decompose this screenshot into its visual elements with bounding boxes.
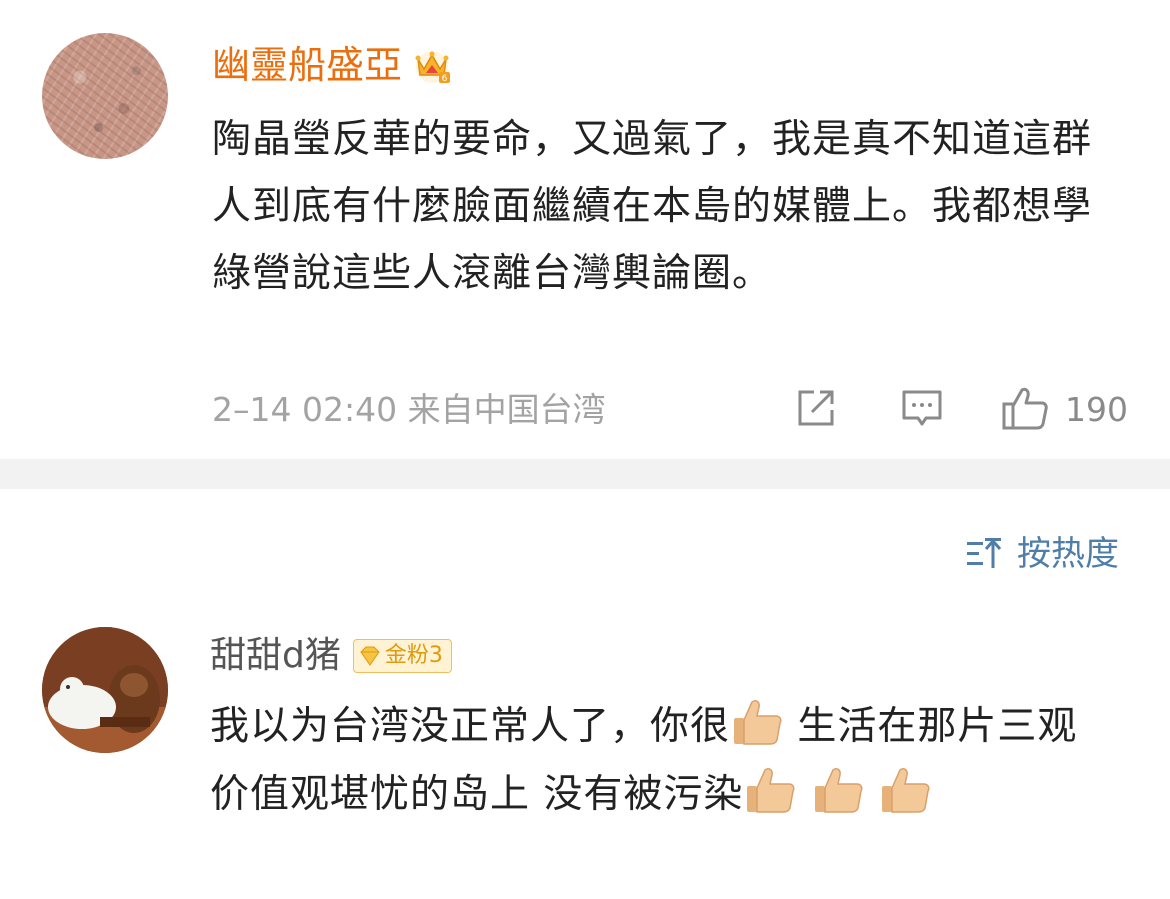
post-text: 我以为台湾没正常人了，你很 生活在那片三观价值观堪忧的岛上 没有被污染	[210, 693, 1110, 829]
post-text-part-1: 我以为台湾没正常人了，你很	[210, 704, 731, 749]
section-divider	[0, 459, 1170, 489]
thumbs-up-emoji-icon	[734, 700, 782, 745]
diamond-icon	[360, 646, 380, 666]
share-icon[interactable]	[794, 386, 838, 430]
username[interactable]: 甜甜d猪 金粉3	[210, 633, 452, 679]
sort-label: 按热度	[1017, 534, 1119, 574]
avatar[interactable]	[42, 33, 168, 159]
comment-icon[interactable]	[900, 386, 944, 430]
badge-label: 金粉3	[384, 643, 443, 668]
post-text: 陶晶瑩反華的要命，又過氣了，我是真不知道這群人到底有什麼臉面繼續在本島的媒體上。…	[212, 117, 1093, 296]
username[interactable]: 幽靈船盛亞 6	[212, 42, 452, 88]
avatar[interactable]	[42, 627, 168, 753]
bear-illustration	[42, 627, 168, 753]
like-count[interactable]: 190	[1065, 388, 1128, 432]
crown-icon: 6	[415, 51, 451, 84]
thumbs-up-emoji-icon	[747, 768, 795, 813]
post-timestamp: 2–14 02:40 来自中国台湾	[212, 390, 606, 429]
sort-by-hot-button[interactable]: 按热度	[965, 532, 1119, 576]
username-text[interactable]: 甜甜d猪	[210, 633, 341, 679]
svg-text:6: 6	[442, 74, 448, 84]
sort-icon	[967, 538, 1002, 568]
fan-badge[interactable]: 金粉3	[352, 639, 452, 673]
username-text[interactable]: 幽靈船盛亞	[212, 42, 402, 88]
like-icon[interactable]	[1000, 384, 1050, 432]
thumbs-up-emoji-icon	[882, 768, 930, 813]
thumbs-up-emoji-icon	[814, 768, 863, 813]
